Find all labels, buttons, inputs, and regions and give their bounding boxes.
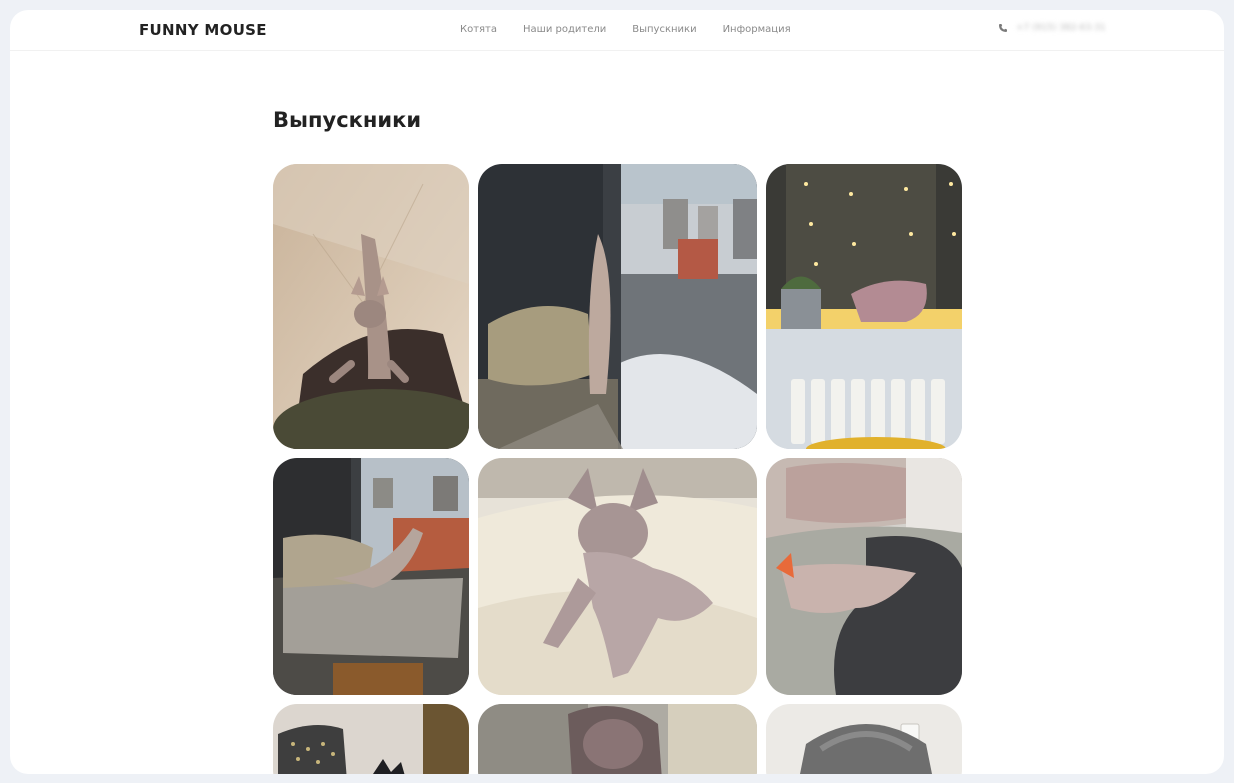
main-nav: Котята Наши родители Выпускники Информац… bbox=[460, 24, 791, 35]
cat-on-bed-photo[interactable] bbox=[478, 458, 757, 695]
phone-number: +7 (915) 382-63-31 bbox=[1016, 23, 1106, 33]
site-header: FUNNY MOUSE Котята Наши родители Выпускн… bbox=[10, 10, 1224, 51]
nav-item-graduates[interactable]: Выпускники bbox=[632, 24, 696, 35]
browser-frame: FUNNY MOUSE Котята Наши родители Выпускн… bbox=[10, 10, 1224, 774]
nav-item-parents[interactable]: Наши родители bbox=[523, 24, 606, 35]
phone-icon bbox=[998, 23, 1008, 33]
nav-item-kittens[interactable]: Котята bbox=[460, 24, 497, 35]
page-title: Выпускники bbox=[273, 108, 422, 132]
cat-with-pillow-photo[interactable] bbox=[273, 704, 469, 774]
site-logo[interactable]: FUNNY MOUSE bbox=[139, 21, 267, 39]
cat-closeup-photo[interactable] bbox=[478, 704, 757, 774]
phone-contact[interactable]: +7 (915) 382-63-31 bbox=[998, 23, 1106, 33]
cat-at-window-photo[interactable] bbox=[478, 164, 757, 449]
nav-item-info[interactable]: Информация bbox=[723, 24, 791, 35]
cat-on-windowsill-lights-photo[interactable] bbox=[766, 164, 962, 449]
cat-sleeping-sun-photo[interactable] bbox=[766, 458, 962, 695]
cat-on-pillow-photo[interactable] bbox=[273, 164, 469, 449]
cat-stretching-photo[interactable] bbox=[273, 458, 469, 695]
cat-in-blanket-photo[interactable] bbox=[766, 704, 962, 774]
